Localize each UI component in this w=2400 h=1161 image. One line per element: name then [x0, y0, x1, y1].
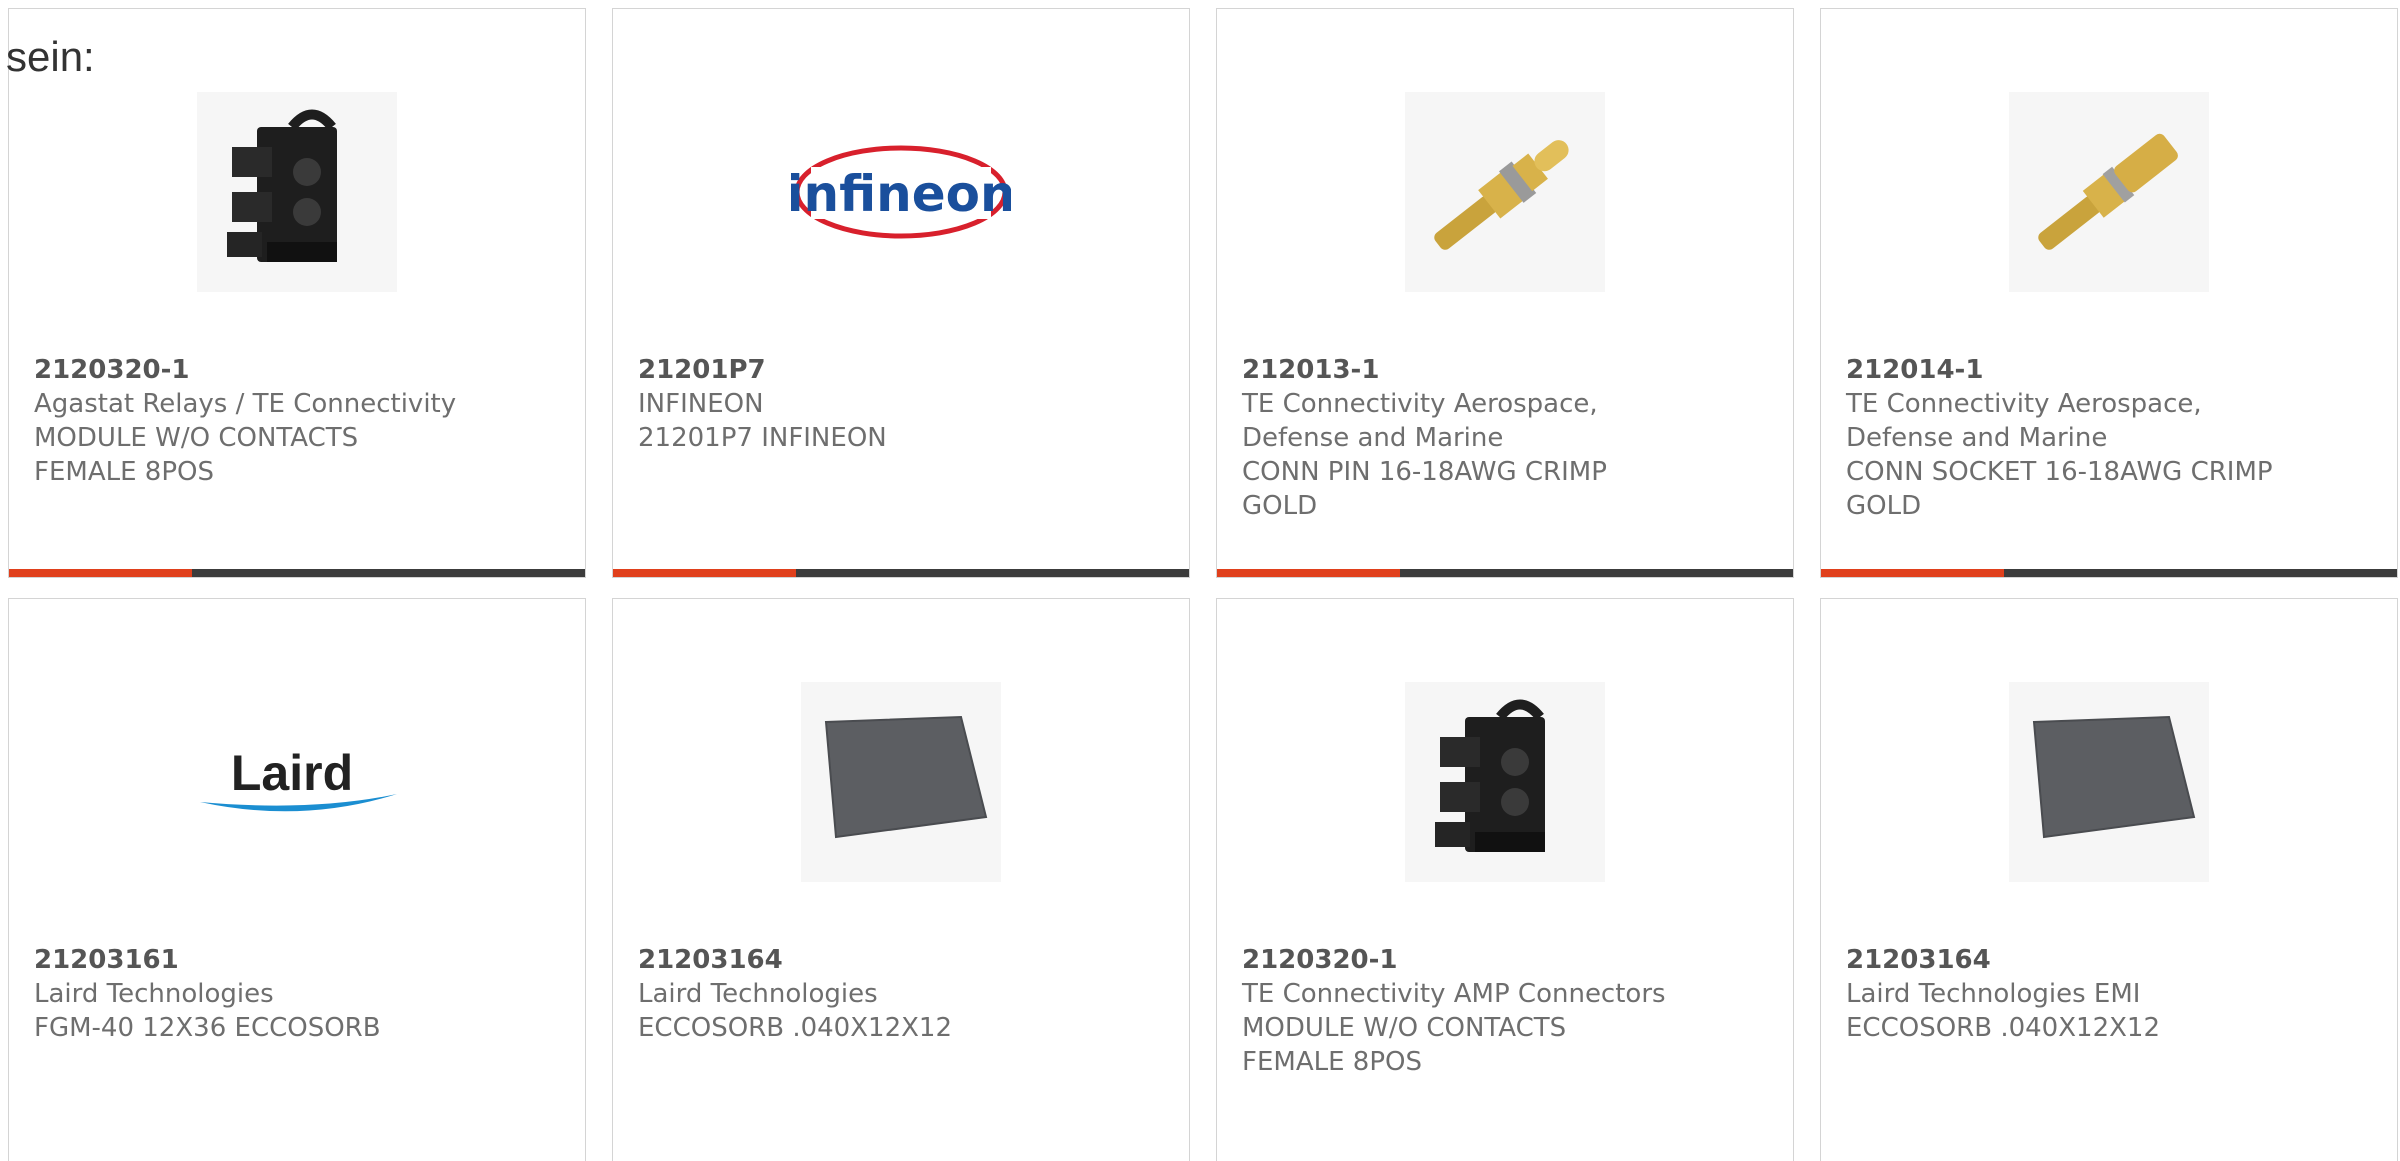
product-image[interactable]: [613, 667, 1189, 897]
part-number[interactable]: 2120320-1: [1242, 943, 1773, 977]
part-number[interactable]: 212014-1: [1846, 353, 2377, 387]
product-line: FEMALE 8POS: [1242, 1047, 1422, 1077]
card-bottom-bar: [1821, 569, 2397, 577]
product-card[interactable]: 212014-1 TE Connectivity Aerospace, Defe…: [1820, 8, 2398, 578]
product-line: MODULE W/O CONTACTS: [1242, 1013, 1567, 1043]
part-number[interactable]: 21203164: [1846, 943, 2377, 977]
product-info: 21203164 Laird Technologies EMI ECCOSORB…: [1846, 943, 2377, 1045]
product-image[interactable]: [1217, 667, 1793, 897]
black-connector-module-image: [197, 92, 397, 292]
part-number[interactable]: 21203161: [34, 943, 565, 977]
product-line: 21201P7 INFINEON: [638, 423, 887, 453]
product-line: GOLD: [1846, 491, 1922, 521]
product-info: 21203164 Laird Technologies ECCOSORB .04…: [638, 943, 1169, 1045]
product-card[interactable]: 21203164 Laird Technologies ECCOSORB .04…: [612, 598, 1190, 1161]
gray-absorber-sheet-image: [2009, 682, 2209, 882]
product-line: FGM-40 12X36 ECCOSORB: [34, 1013, 381, 1043]
product-line: MODULE W/O CONTACTS: [34, 423, 359, 453]
product-info: 21203161 Laird Technologies FGM-40 12X36…: [34, 943, 565, 1045]
product-line: Laird Technologies: [638, 979, 878, 1009]
product-image[interactable]: [1821, 77, 2397, 307]
product-line: INFINEON: [638, 389, 764, 419]
gray-absorber-sheet-image: [801, 682, 1001, 882]
product-info: 21201P7 INFINEON 21201P7 INFINEON: [638, 353, 1169, 455]
product-line: TE Connectivity Aerospace,: [1846, 389, 2202, 419]
product-line: FEMALE 8POS: [34, 457, 214, 487]
product-card[interactable]: Laird 21203161 Laird Technologies FGM-40…: [8, 598, 586, 1161]
product-line: CONN PIN 16-18AWG CRIMP: [1242, 457, 1607, 487]
product-info: 212013-1 TE Connectivity Aerospace, Defe…: [1242, 353, 1773, 523]
intro-text: sein:: [6, 33, 95, 80]
product-card[interactable]: 2120320-1 TE Connectivity AMP Connectors…: [1216, 598, 1794, 1161]
product-line: Laird Technologies EMI: [1846, 979, 2141, 1009]
gold-socket-contact-image: [2009, 92, 2209, 292]
laird-logo: Laird: [200, 745, 397, 812]
infineon-logo-text: infineon: [791, 165, 1011, 223]
product-image[interactable]: [1217, 77, 1793, 307]
product-line: Defense and Marine: [1242, 423, 1504, 453]
product-line: Agastat Relays / TE Connectivity: [34, 389, 457, 419]
product-image[interactable]: [9, 77, 585, 307]
product-line: TE Connectivity AMP Connectors: [1242, 979, 1666, 1009]
part-number[interactable]: 21201P7: [638, 353, 1169, 387]
product-grid: 2120320-1 Agastat Relays / TE Connectivi…: [8, 8, 2398, 1161]
product-card[interactable]: 2120320-1 Agastat Relays / TE Connectivi…: [8, 8, 586, 578]
product-info: 2120320-1 Agastat Relays / TE Connectivi…: [34, 353, 565, 489]
part-number[interactable]: 21203164: [638, 943, 1169, 977]
product-card[interactable]: 21203164 Laird Technologies EMI ECCOSORB…: [1820, 598, 2398, 1161]
product-line: ECCOSORB .040X12X12: [1846, 1013, 2161, 1043]
product-image[interactable]: [1821, 667, 2397, 897]
product-card[interactable]: infineon 21201P7 INFINEON 21201P7 INFINE…: [612, 8, 1190, 578]
product-line: Defense and Marine: [1846, 423, 2108, 453]
laird-logo-text: Laird: [231, 745, 353, 801]
product-image[interactable]: Laird: [9, 667, 585, 897]
part-number[interactable]: 212013-1: [1242, 353, 1773, 387]
infineon-logo: infineon: [791, 145, 1011, 239]
product-line: Laird Technologies: [34, 979, 274, 1009]
black-connector-module-image: [1405, 682, 1605, 882]
product-info: 2120320-1 TE Connectivity AMP Connectors…: [1242, 943, 1773, 1079]
product-card[interactable]: 212013-1 TE Connectivity Aerospace, Defe…: [1216, 8, 1794, 578]
gold-pin-contact-image: [1405, 92, 1605, 292]
product-line: TE Connectivity Aerospace,: [1242, 389, 1598, 419]
product-line: CONN SOCKET 16-18AWG CRIMP: [1846, 457, 2273, 487]
card-bottom-bar: [613, 569, 1189, 577]
product-info: 212014-1 TE Connectivity Aerospace, Defe…: [1846, 353, 2377, 523]
card-bottom-bar: [1217, 569, 1793, 577]
product-image[interactable]: infineon: [613, 77, 1189, 307]
part-number[interactable]: 2120320-1: [34, 353, 565, 387]
card-bottom-bar: [9, 569, 585, 577]
product-line: ECCOSORB .040X12X12: [638, 1013, 953, 1043]
product-line: GOLD: [1242, 491, 1318, 521]
